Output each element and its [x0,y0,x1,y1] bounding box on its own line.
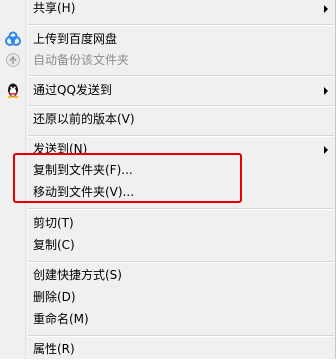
menu-item-label: 属性(R) [33,342,75,356]
menu-separator [28,335,334,337]
menu-separator [28,75,334,77]
menu-item-cut[interactable]: 剪切(T) [0,212,336,234]
menu-item-label: 创建快捷方式(S) [33,268,122,282]
menu-item-upload-baidu[interactable]: 上传到百度网盘 [0,28,336,50]
menu-item-send-qq[interactable]: 通过QQ发送到 [0,79,336,101]
menu-item-copy[interactable]: 复制(C) [0,234,336,256]
menu-item-create-shortcut[interactable]: 创建快捷方式(S) [0,264,336,286]
qq-penguin-icon [7,83,19,98]
menu-item-label: 自动备份该文件夹 [33,53,130,67]
baidu-netdisk-icon [5,31,21,46]
submenu-arrow-icon [324,87,328,95]
submenu-arrow-icon [324,146,328,154]
backup-icon [6,53,20,67]
menu-separator [28,261,334,263]
menu-item-label: 共享(H) [33,1,76,15]
submenu-arrow-icon [324,5,328,13]
menu-item-label: 重命名(M) [33,312,89,326]
menu-item-label: 删除(D) [33,290,76,304]
menu-item-label: 复制(C) [33,238,75,252]
menu-separator [28,208,334,210]
menu-separator [28,105,334,107]
context-menu: 共享(H) 上传到百度网盘 自动备份该文件夹 通过QQ发送到 还原以前的版本(V… [0,0,336,359]
menu-item-auto-backup: 自动备份该文件夹 [0,49,336,71]
menu-item-properties[interactable]: 属性(R) [0,338,336,360]
menu-item-label: 上传到百度网盘 [33,32,118,46]
annotation-highlight-box [13,153,242,203]
menu-item-rename[interactable]: 重命名(M) [0,308,336,330]
menu-item-restore-previous[interactable]: 还原以前的版本(V) [0,108,336,130]
menu-separator [28,24,334,26]
menu-item-label: 剪切(T) [33,216,74,230]
menu-item-delete[interactable]: 删除(D) [0,286,336,308]
menu-item-label: 还原以前的版本(V) [33,112,135,126]
menu-separator [28,135,334,137]
menu-item-label: 通过QQ发送到 [33,83,112,97]
menu-item-share[interactable]: 共享(H) [0,0,336,19]
